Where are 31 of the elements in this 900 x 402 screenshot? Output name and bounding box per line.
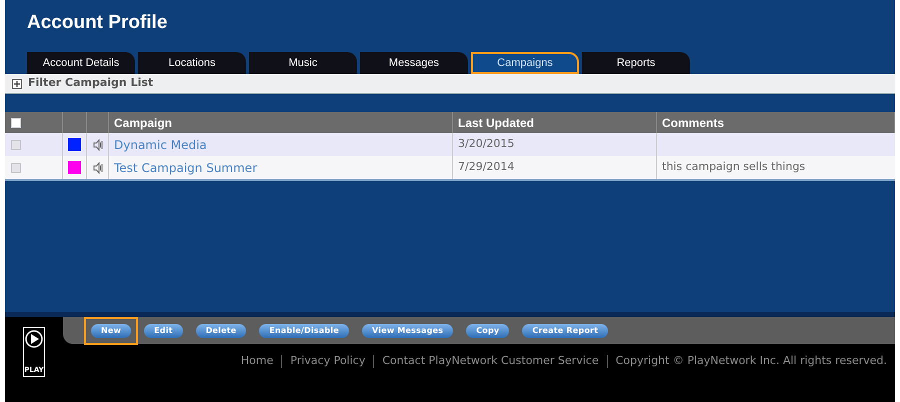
action-button[interactable]: Delete <box>196 324 246 338</box>
tab[interactable]: Reports <box>582 52 690 74</box>
speaker-icon <box>92 138 102 150</box>
footer-link[interactable]: Privacy Policy <box>290 353 366 370</box>
action-button[interactable]: Copy <box>466 324 510 338</box>
tab[interactable]: Account Details <box>27 52 135 74</box>
tab[interactable]: Locations <box>138 52 246 74</box>
checkbox[interactable] <box>11 118 21 128</box>
tab[interactable]: Messages <box>360 52 468 74</box>
page-title: Account Profile <box>26 11 168 35</box>
column-header: Last Updated <box>458 114 534 132</box>
column-header: Campaign <box>114 114 172 132</box>
table-cell-text: 7/29/2014 <box>458 159 514 176</box>
footer-link[interactable]: Contact PlayNetwork Customer Service <box>382 353 599 370</box>
checkbox[interactable] <box>11 140 21 150</box>
speaker-icon <box>92 162 102 174</box>
comment-text: this campaign sells things <box>662 159 806 176</box>
action-button[interactable]: Edit <box>144 324 183 338</box>
tab[interactable]: Campaigns <box>471 52 579 74</box>
filter-label[interactable]: Filter Campaign List <box>28 75 154 92</box>
tab[interactable]: Music <box>249 52 357 74</box>
column-header: Comments <box>662 114 724 132</box>
action-button[interactable]: Create Report <box>522 324 608 338</box>
expand-toggle-icon[interactable] <box>12 78 22 88</box>
action-button[interactable]: View Messages <box>362 324 454 338</box>
checkbox[interactable] <box>11 162 21 172</box>
action-button[interactable]: Enable/Disable <box>259 324 349 338</box>
footer-link[interactable]: Copyright © PlayNetwork Inc. All rights reserved. <box>616 353 887 370</box>
table-cell-text: 3/20/2015 <box>458 136 514 152</box>
footer-link[interactable]: Home <box>240 353 274 370</box>
action-button[interactable]: New <box>91 324 132 338</box>
